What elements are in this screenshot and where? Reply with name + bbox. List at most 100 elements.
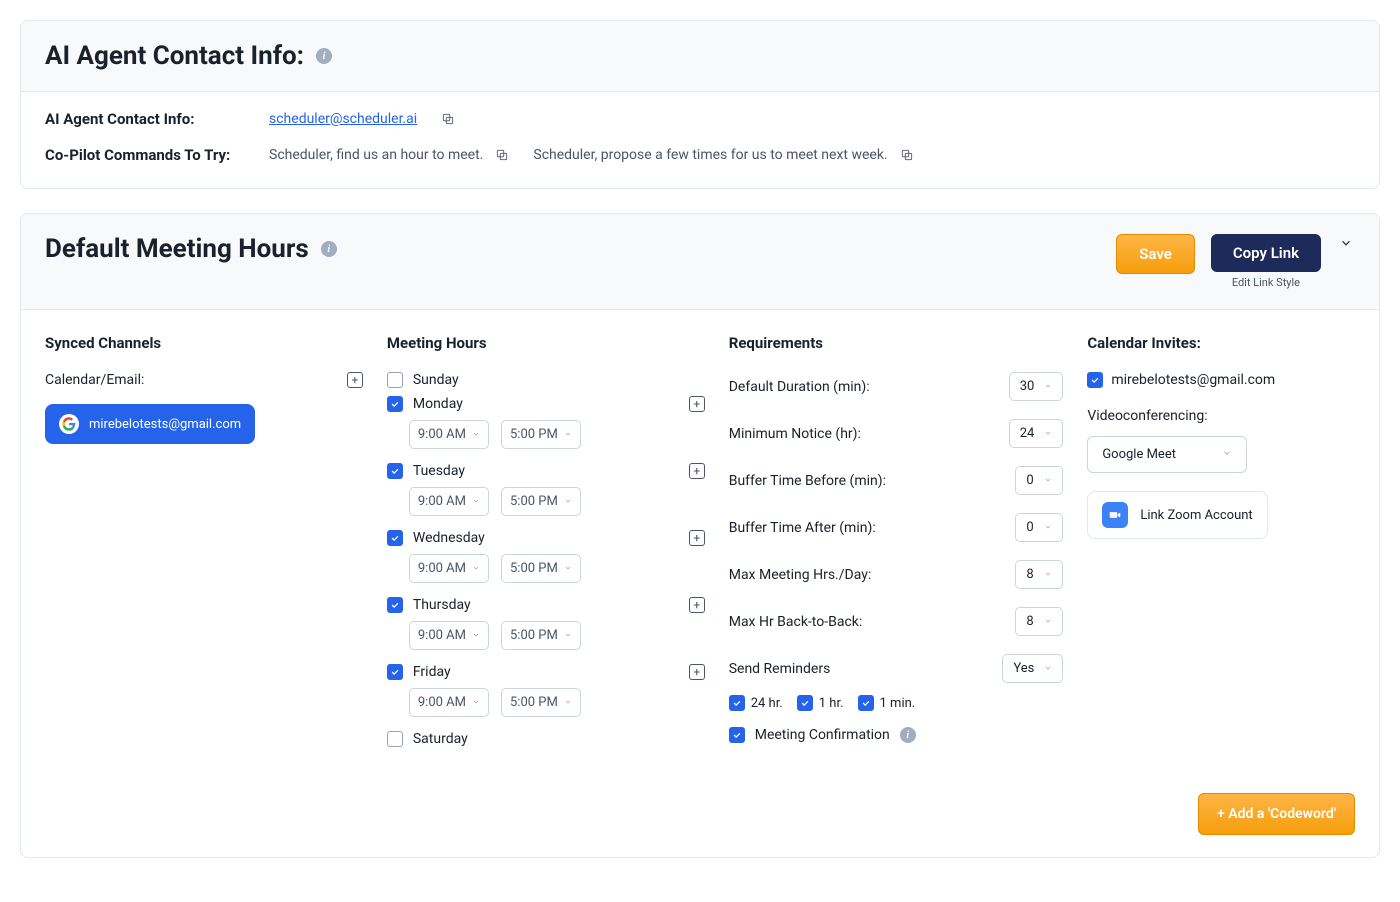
command-example-1: Scheduler, find us an hour to meet. <box>269 147 509 163</box>
day-checkbox-tuesday[interactable] <box>387 463 403 479</box>
copy-icon[interactable] <box>900 148 914 162</box>
synced-account-email: mirebelotests@gmail.com <box>89 417 241 432</box>
command-2-text: Scheduler, propose a few times for us to… <box>533 147 887 163</box>
contact-info-header: AI Agent Contact Info: i <box>21 21 1379 92</box>
add-time-slot-thursday[interactable]: + <box>689 597 705 613</box>
day-checkbox-friday[interactable] <box>387 664 403 680</box>
day-times-tuesday: 9:00 AM 5:00 PM <box>409 487 705 516</box>
contact-email-label: AI Agent Contact Info: <box>45 110 245 128</box>
add-time-slot-monday[interactable]: + <box>689 396 705 412</box>
requirements-column: Requirements Default Duration (min): 30 … <box>729 334 1064 755</box>
start-time-select-friday[interactable]: 9:00 AM <box>409 688 489 717</box>
video-provider-value: Google Meet <box>1102 447 1176 462</box>
start-time-select-wednesday[interactable]: 9:00 AM <box>409 554 489 583</box>
meeting-hours-title: Default Meeting Hours i <box>45 234 337 264</box>
save-button[interactable]: Save <box>1116 234 1195 274</box>
reminder-24hr-checkbox[interactable] <box>729 695 745 711</box>
min-notice-select[interactable]: 24 <box>1009 419 1064 448</box>
meeting-confirmation-checkbox[interactable] <box>729 727 745 743</box>
contact-info-title: AI Agent Contact Info: i <box>45 41 332 71</box>
day-label-monday: Monday <box>413 396 679 412</box>
contact-info-title-text: AI Agent Contact Info: <box>45 41 304 71</box>
day-checkbox-thursday[interactable] <box>387 597 403 613</box>
synced-account-pill[interactable]: mirebelotests@gmail.com <box>45 404 255 444</box>
add-time-slot-tuesday[interactable]: + <box>689 463 705 479</box>
buffer-after-select[interactable]: 0 <box>1015 513 1063 542</box>
calendar-account-checkbox[interactable] <box>1087 372 1103 388</box>
day-row-thursday: Thursday + <box>387 597 705 613</box>
day-label-thursday: Thursday <box>413 597 679 613</box>
info-icon[interactable]: i <box>316 48 332 64</box>
start-time-select-monday[interactable]: 9:00 AM <box>409 420 489 449</box>
end-time-select-friday[interactable]: 5:00 PM <box>501 688 581 717</box>
reminder-1hr-checkbox[interactable] <box>797 695 813 711</box>
end-time-select-monday[interactable]: 5:00 PM <box>501 420 581 449</box>
default-duration-select[interactable]: 30 <box>1009 372 1064 401</box>
copy-link-button[interactable]: Copy Link <box>1211 234 1321 272</box>
reminder-24hr-label: 24 hr. <box>751 696 783 711</box>
day-checkbox-wednesday[interactable] <box>387 530 403 546</box>
start-time-select-thursday[interactable]: 9:00 AM <box>409 621 489 650</box>
reminder-1min-checkbox[interactable] <box>858 695 874 711</box>
copy-icon[interactable] <box>441 112 455 126</box>
meeting-hours-title-text: Default Meeting Hours <box>45 234 309 264</box>
command-1-text: Scheduler, find us an hour to meet. <box>269 147 483 163</box>
day-row-tuesday: Tuesday+ <box>387 463 705 479</box>
day-label-wednesday: Wednesday <box>413 530 679 546</box>
add-channel-button[interactable]: + <box>347 372 363 388</box>
meeting-hours-body: Synced Channels Calendar/Email: + mirebe… <box>21 310 1379 779</box>
zoom-icon <box>1102 502 1128 528</box>
meeting-hours-col-heading: Meeting Hours <box>387 334 705 352</box>
add-codeword-button[interactable]: + Add a 'Codeword' <box>1198 793 1355 835</box>
add-time-slot-friday[interactable]: + <box>689 664 705 680</box>
meeting-confirmation-label: Meeting Confirmation <box>755 727 890 743</box>
meeting-hours-card: Default Meeting Hours i Save Copy Link E… <box>20 213 1380 858</box>
synced-channels-heading: Synced Channels <box>45 334 363 352</box>
copy-icon[interactable] <box>495 148 509 162</box>
contact-info-body: AI Agent Contact Info: scheduler@schedul… <box>21 92 1379 188</box>
day-label-saturday: Saturday <box>413 731 705 747</box>
video-provider-select[interactable]: Google Meet <box>1087 436 1247 473</box>
end-time-select-thursday[interactable]: 5:00 PM <box>501 621 581 650</box>
day-label-sunday: Sunday <box>413 372 705 388</box>
calendar-account-email: mirebelotests@gmail.com <box>1111 372 1275 388</box>
calendar-email-label: Calendar/Email: <box>45 372 144 388</box>
synced-channels-column: Synced Channels Calendar/Email: + mirebe… <box>45 334 363 755</box>
end-time-select-tuesday[interactable]: 5:00 PM <box>501 487 581 516</box>
scheduler-email-link[interactable]: scheduler@scheduler.ai <box>269 111 417 127</box>
day-checkbox-monday[interactable] <box>387 396 403 412</box>
buffer-before-label: Buffer Time Before (min): <box>729 473 886 489</box>
day-checkbox-sunday[interactable] <box>387 372 403 388</box>
buffer-after-label: Buffer Time After (min): <box>729 520 876 536</box>
calendar-invites-column: Calendar Invites: mirebelotests@gmail.co… <box>1087 334 1355 755</box>
add-time-slot-wednesday[interactable]: + <box>689 530 705 546</box>
day-row-monday: Monday + <box>387 396 705 412</box>
edit-link-style[interactable]: Edit Link Style <box>1232 276 1300 289</box>
max-back-to-back-select[interactable]: 8 <box>1015 607 1063 636</box>
day-row-wednesday: Wednesday + <box>387 530 705 546</box>
info-icon[interactable]: i <box>900 727 916 743</box>
command-example-2: Scheduler, propose a few times for us to… <box>533 147 913 163</box>
day-row-sunday: Sunday <box>387 372 705 388</box>
min-notice-label: Minimum Notice (hr): <box>729 426 861 442</box>
start-time-select-tuesday[interactable]: 9:00 AM <box>409 487 489 516</box>
day-times-monday: 9:00 AM 5:00 PM <box>409 420 705 449</box>
reminder-1hr-label: 1 hr. <box>819 696 844 711</box>
meeting-hours-header: Default Meeting Hours i Save Copy Link E… <box>21 214 1379 310</box>
contact-info-card: AI Agent Contact Info: i AI Agent Contac… <box>20 20 1380 189</box>
info-icon[interactable]: i <box>321 241 337 257</box>
link-zoom-label: Link Zoom Account <box>1140 508 1252 523</box>
day-times-wednesday: 9:00 AM 5:00 PM <box>409 554 705 583</box>
commands-label: Co-Pilot Commands To Try: <box>45 146 245 164</box>
send-reminders-label: Send Reminders <box>729 661 831 677</box>
end-time-select-wednesday[interactable]: 5:00 PM <box>501 554 581 583</box>
collapse-icon[interactable] <box>1337 234 1355 252</box>
day-times-friday: 9:00 AM 5:00 PM <box>409 688 705 717</box>
max-per-day-select[interactable]: 8 <box>1015 560 1063 589</box>
requirements-heading: Requirements <box>729 334 1064 352</box>
day-checkbox-saturday[interactable] <box>387 731 403 747</box>
send-reminders-select[interactable]: Yes <box>1002 654 1063 683</box>
buffer-before-select[interactable]: 0 <box>1015 466 1063 495</box>
link-zoom-button[interactable]: Link Zoom Account <box>1087 491 1267 539</box>
card-footer: + Add a 'Codeword' <box>21 779 1379 857</box>
